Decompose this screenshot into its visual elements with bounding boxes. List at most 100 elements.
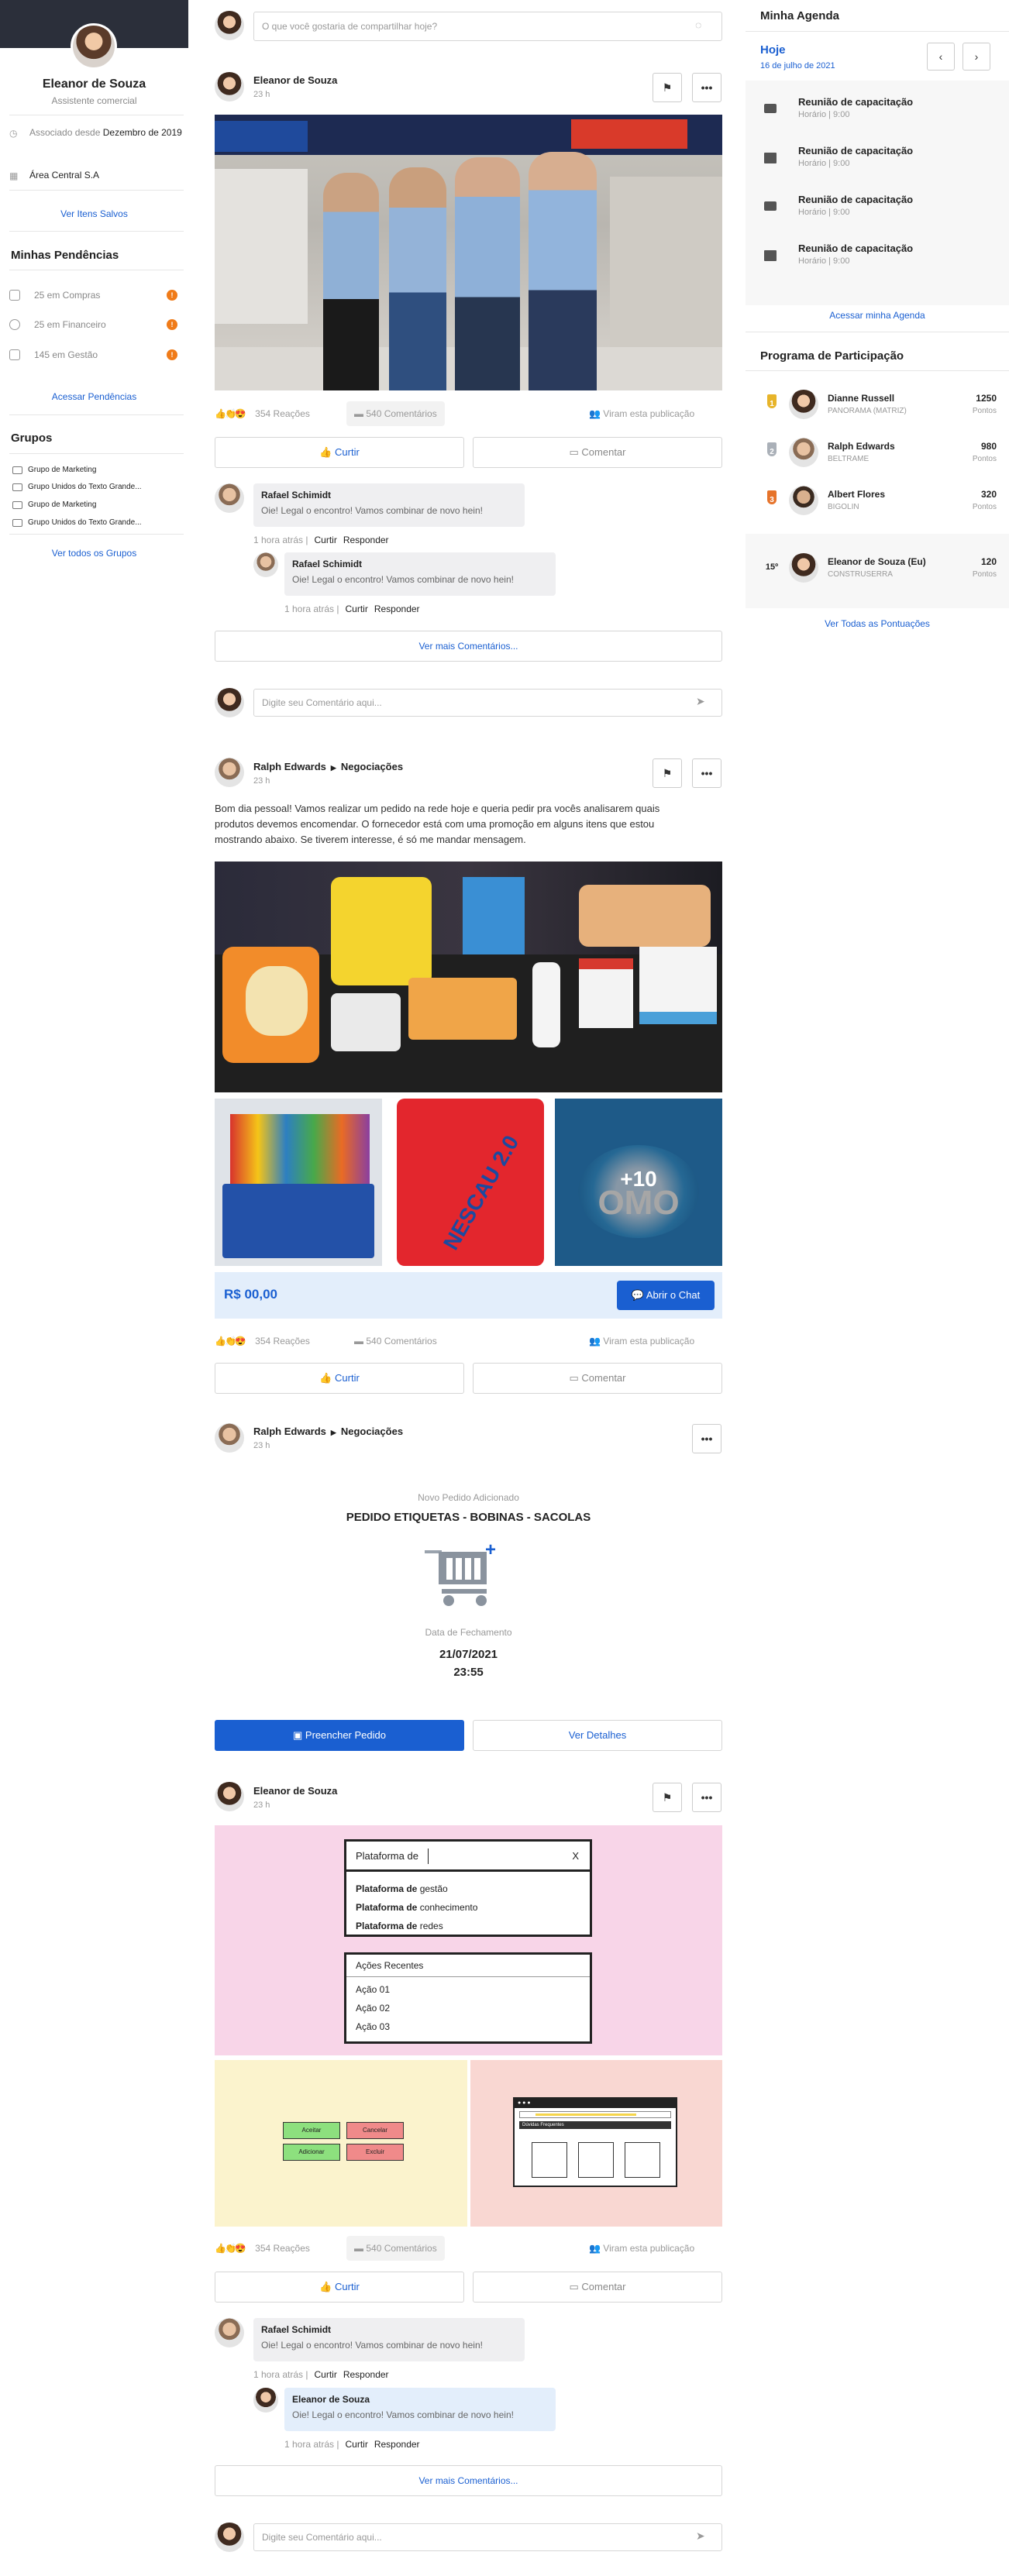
comment-icon: ▬ [354,2243,367,2254]
more-options-button[interactable]: ••• [692,73,721,102]
comment-like-link[interactable]: Curtir [346,2439,368,2450]
comment-reply-link[interactable]: Responder [374,2439,420,2450]
pendings-link[interactable]: Acessar Pendências [0,391,188,402]
more-comments-button[interactable]: Ver mais Comentários... [215,631,722,662]
more-comments-button[interactable]: Ver mais Comentários... [215,2465,722,2496]
autocomplete-illustration[interactable]: Plataforma de X Plataforma de gestão Pla… [215,1825,722,2055]
agenda-item[interactable]: Reunião de capacitação Horário | 9:00 [764,192,997,231]
commenter-name[interactable]: Eleanor de Souza [292,2394,548,2405]
illus-address-bar [519,2111,671,2118]
nescau-photo[interactable]: NESCAU 2.0 [384,1099,553,1266]
comment-button[interactable]: ▭ Comentar [473,2272,722,2303]
chevron-left-icon: ‹ [938,50,943,63]
post-photo[interactable] [215,115,722,390]
pending-compras[interactable]: 25 em Compras ! [9,288,184,305]
comment-input[interactable]: Digite seu Comentário aqui... [253,2523,722,2551]
views[interactable]: 👥 Viram esta publicação [589,1330,694,1352]
comment-reply-link[interactable]: Responder [374,604,420,614]
reactions-count[interactable]: 354 Reações [255,408,310,419]
group-name[interactable]: Negociações [341,1426,403,1437]
saved-items-link[interactable]: Ver Itens Salvos [0,208,188,219]
pending-financeiro[interactable]: 25 em Financeiro ! [9,318,184,335]
comment-button[interactable]: ▭ Comentar [473,1363,722,1394]
comments-count-button[interactable]: ▬ 540 Comentários [354,1330,437,1352]
group-item[interactable]: Grupo Unidos do Texto Grande... [12,482,142,493]
author-name[interactable]: Ralph Edwards [253,1426,326,1437]
profile-avatar[interactable] [71,23,117,70]
views[interactable]: 👥 Viram esta publicação [589,2237,694,2259]
browser-illustration[interactable]: ● ● ● Dúvidas Frequentes [470,2060,722,2227]
send-icon[interactable]: ➤ [696,2530,705,2543]
ranking-row-self[interactable]: 15º Eleanor de Souza (Eu) CONSTRUSERRA 1… [764,553,997,586]
group-item[interactable]: Grupo de Marketing [12,500,96,511]
commenter-name[interactable]: Rafael Schimidt [261,2324,517,2335]
group-icon [12,519,22,527]
ranking-points-label: Pontos [972,407,997,415]
group-item[interactable]: Grupo Unidos do Texto Grande... [12,518,142,528]
bookmark-button[interactable]: ⚑ [653,73,682,102]
comments-count-button[interactable]: ▬ 540 Comentários [346,2236,445,2261]
view-details-button[interactable]: Ver Detalhes [473,1720,722,1751]
ranking-link[interactable]: Ver Todas as Pontuações [746,618,1009,629]
open-chat-button[interactable]: 💬 Abrir o Chat [617,1281,715,1310]
comment-time: 1 hora atrás | [253,535,308,545]
illus-address-fill [535,2113,636,2116]
comment-button[interactable]: ▭ Comentar [473,437,722,468]
post-stats: 👍👏😍 354 Reações [215,2237,310,2259]
fill-order-button[interactable]: ▣ Preencher Pedido [215,1720,464,1751]
commenter-name[interactable]: Rafael Schimidt [261,490,517,500]
prev-day-button[interactable]: ‹ [927,43,955,71]
composer-input[interactable]: O que você gostaria de compartilhar hoje… [253,12,722,41]
trophy-bronze-icon: 3 [764,490,780,509]
more-options-button[interactable]: ••• [692,1424,721,1453]
group-item[interactable]: Grupo de Marketing [12,465,96,476]
more-options-button[interactable]: ••• [692,1783,721,1812]
comment-reply-link[interactable]: Responder [343,2369,389,2380]
buttons-illustration[interactable]: Aceitar Cancelar Adicionar Excluir [215,2060,467,2227]
divider [9,231,184,232]
reactions-count[interactable]: 354 Reações [255,1336,310,1346]
products-photo[interactable] [215,862,722,1092]
post-author[interactable]: Eleanor de Souza [253,1785,337,1797]
ranking-row[interactable]: 1 Dianne Russell PANORAMA (MATRIZ) 1250 … [764,390,997,422]
commenter-name[interactable]: Rafael Schimidt [292,559,548,569]
comments-count-button[interactable]: ▬ 540 Comentários [346,401,445,426]
author-name[interactable]: Ralph Edwards [253,761,326,772]
group-name[interactable]: Negociações [341,761,403,772]
post-author[interactable]: Eleanor de Souza [253,74,337,86]
agenda-item-title: Reunião de capacitação [798,242,914,254]
chips-bag [331,877,432,985]
ranking-row[interactable]: 3 Albert Flores BIGOLIN 320 Pontos [764,486,997,518]
pending-gestao[interactable]: 145 em Gestão ! [9,348,184,365]
agenda-item[interactable]: Reunião de capacitação Horário | 9:00 [764,241,997,280]
agenda-item[interactable]: Reunião de capacitação Horário | 9:00 [764,95,997,133]
views[interactable]: 👥 Viram esta publicação [589,403,694,425]
groups-link[interactable]: Ver todos os Grupos [0,548,188,559]
reactions-count[interactable]: 354 Reações [255,2243,310,2254]
post-time: 23 h [253,90,270,99]
comment-bubble: Eleanor de Souza Oie! Legal o encontro! … [284,2388,556,2431]
ranking-avatar [789,553,818,583]
like-button[interactable]: 👍 Curtir [215,2272,464,2303]
comment-like-link[interactable]: Curtir [315,2369,337,2380]
agenda-link[interactable]: Acessar minha Agenda [746,310,1009,321]
divider [9,190,184,191]
bookmark-button[interactable]: ⚑ [653,758,682,788]
basket-photo[interactable] [215,1099,382,1266]
send-icon[interactable]: ➤ [696,695,705,708]
more-photos-count[interactable]: +10 [555,1167,722,1192]
comment-like-link[interactable]: Curtir [315,535,337,545]
agenda-item[interactable]: Reunião de capacitação Horário | 9:00 [764,143,997,182]
ranking-row[interactable]: 2 Ralph Edwards BELTRAME 980 Pontos [764,438,997,470]
more-options-button[interactable]: ••• [692,758,721,788]
like-button[interactable]: 👍 Curtir [215,1363,464,1394]
bookmark-button[interactable]: ⚑ [653,1783,682,1812]
divider [9,453,184,454]
comment-input[interactable]: Digite seu Comentário aqui... [253,689,722,717]
comment-like-link[interactable]: Curtir [346,604,368,614]
like-button[interactable]: 👍 Curtir [215,437,464,468]
comment-reply-link[interactable]: Responder [343,535,389,545]
omo-photo[interactable]: OMO +10 [555,1099,722,1266]
more-icon: ••• [701,81,713,94]
next-day-button[interactable]: › [963,43,990,71]
